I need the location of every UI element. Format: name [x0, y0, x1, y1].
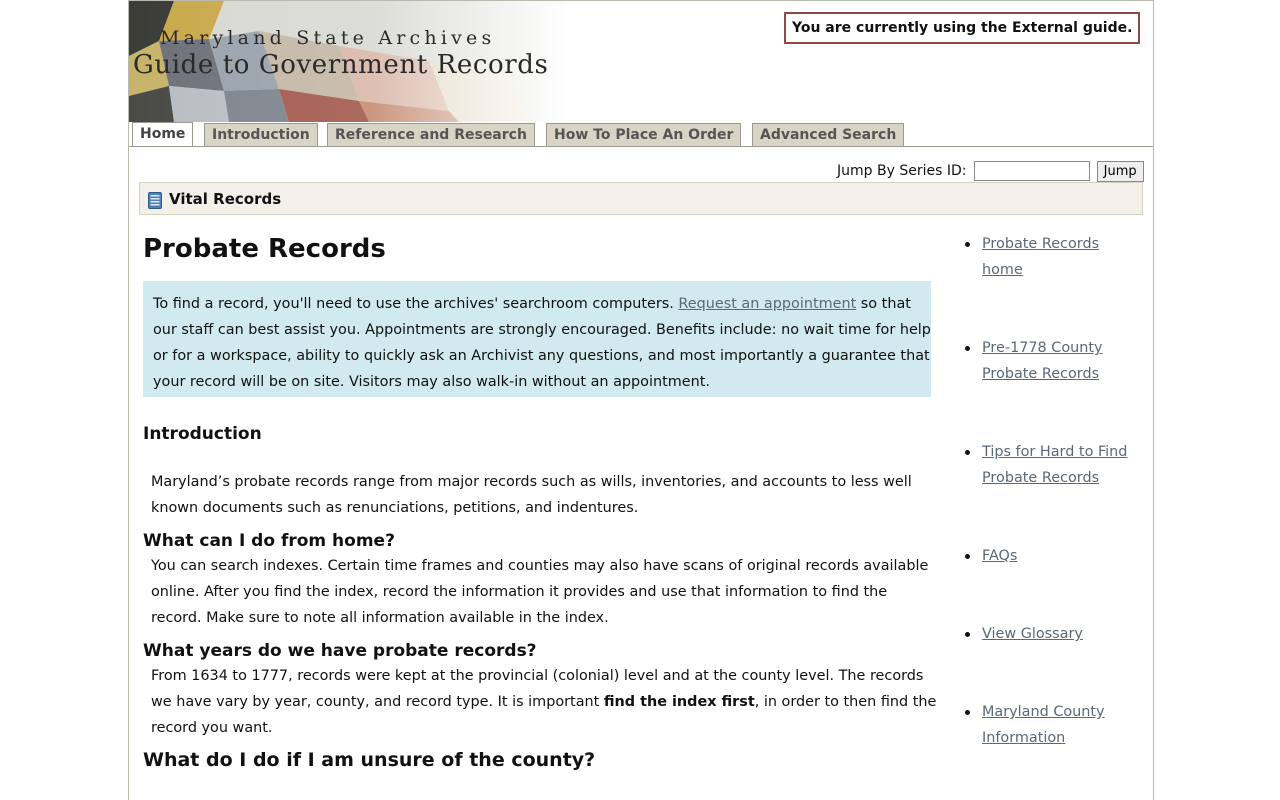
- bullet-icon: [965, 632, 970, 637]
- from-home-heading: What can I do from home?: [143, 531, 395, 551]
- tab-home[interactable]: Home: [132, 122, 194, 146]
- main-nav-tabs: Home Introduction Reference and Research…: [129, 122, 1153, 147]
- tab-how-to-place-an-order[interactable]: How To Place An Order: [546, 123, 742, 146]
- from-home-text: You can search indexes. Certain time fra…: [151, 558, 929, 626]
- bullet-icon: [965, 242, 970, 247]
- faqs-link[interactable]: FAQs: [982, 543, 1132, 569]
- introduction-heading: Introduction: [143, 424, 262, 444]
- jump-by-series: Jump By Series ID: Jump: [837, 160, 1144, 182]
- banner-text: Maryland State Archives Guide to Governm…: [133, 27, 548, 81]
- series-id-input[interactable]: [973, 161, 1090, 181]
- tab-introduction[interactable]: Introduction: [204, 123, 318, 146]
- book-icon: [148, 192, 162, 209]
- view-glossary-link[interactable]: View Glossary: [982, 621, 1132, 647]
- guide-notice: You are currently using the External gui…: [784, 12, 1141, 44]
- tips-hard-to-find-link[interactable]: Tips for Hard to Find Probate Records: [982, 439, 1132, 491]
- site-header: Maryland State Archives Guide to Governm…: [129, 0, 1153, 123]
- tab-reference-and-research[interactable]: Reference and Research: [327, 123, 535, 146]
- find-index-first-emphasis: find the index first: [603, 694, 755, 710]
- probate-years-heading: What years do we have probate records?: [143, 641, 537, 661]
- bullet-icon: [965, 554, 970, 559]
- maryland-county-information-link[interactable]: Maryland County Information: [982, 699, 1132, 751]
- probate-years-text: From 1634 to 1777, records were kept at …: [151, 663, 937, 741]
- page-frame: Maryland State Archives Guide to Governm…: [128, 0, 1154, 800]
- site-title[interactable]: Guide to Government Records: [133, 49, 548, 81]
- unsure-county-heading: What do I do if I am unsure of the count…: [143, 749, 596, 771]
- tab-advanced-search[interactable]: Advanced Search: [752, 123, 905, 146]
- introduction-text: Maryland’s probate records range from ma…: [151, 474, 912, 516]
- banner-image: Maryland State Archives Guide to Governm…: [129, 1, 569, 122]
- request-appointment-link[interactable]: Request an appointment: [678, 296, 856, 312]
- section-title: Vital Records: [169, 190, 282, 208]
- bullet-icon: [965, 710, 970, 715]
- section-bar: Vital Records: [139, 182, 1143, 215]
- notice-text-before: To find a record, you'll need to use the…: [153, 296, 679, 312]
- page-title: Probate Records: [143, 234, 386, 264]
- probate-records-home-link[interactable]: Probate Records home: [982, 231, 1132, 283]
- appointment-notice: To find a record, you'll need to use the…: [143, 281, 931, 397]
- jump-label: Jump By Series ID:: [837, 163, 967, 179]
- org-name: Maryland State Archives: [160, 27, 496, 49]
- pre-1778-county-probate-link[interactable]: Pre-1778 County Probate Records: [982, 335, 1132, 387]
- main-content: Probate Records To find a record, you'll…: [143, 230, 939, 771]
- jump-button[interactable]: Jump: [1096, 160, 1144, 182]
- bullet-icon: [965, 346, 970, 351]
- bullet-icon: [965, 450, 970, 455]
